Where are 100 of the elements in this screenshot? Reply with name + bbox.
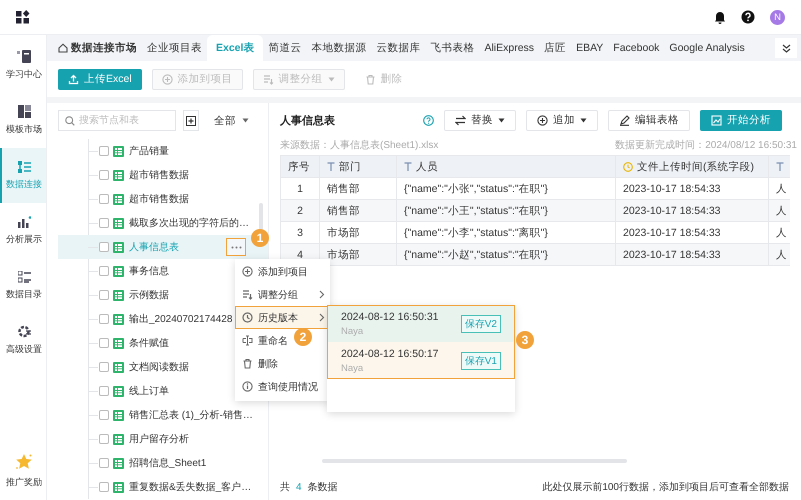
search-icon <box>65 116 75 126</box>
info-icon <box>242 381 253 392</box>
checkbox[interactable] <box>99 386 109 396</box>
tree-item[interactable]: 销售汇总表 (1)_分析-销售… <box>58 403 268 427</box>
nav-item[interactable]: 学习中心 <box>0 38 46 93</box>
sheet-icon <box>113 434 124 444</box>
star-icon <box>15 452 33 470</box>
sheet-icon <box>113 338 124 348</box>
help-icon[interactable] <box>741 10 755 24</box>
nav-item[interactable]: 分析展示 <box>0 203 46 258</box>
text-type-icon <box>776 162 784 171</box>
nav-item[interactable]: 推广奖励 <box>0 443 46 498</box>
checkbox[interactable] <box>99 362 109 372</box>
checkbox[interactable] <box>99 218 109 228</box>
count-label: 条数据 <box>308 481 338 494</box>
table-cell: 人 <box>768 200 790 222</box>
menu-item[interactable]: 重命名 <box>235 329 293 352</box>
tab[interactable]: Google Analysis <box>664 35 750 61</box>
menu-item[interactable]: 删除 <box>235 352 283 375</box>
pen-icon <box>619 114 630 126</box>
catalog-icon <box>18 270 30 282</box>
search-box[interactable]: 搜索节点和表 <box>58 110 176 131</box>
nav-item[interactable]: 数据目录 <box>0 258 46 313</box>
checkbox[interactable] <box>99 290 109 300</box>
checkbox[interactable] <box>99 242 109 252</box>
checkbox[interactable] <box>99 338 109 348</box>
group-icon <box>262 74 274 84</box>
tree-item[interactable]: 用户留存分析 <box>58 427 268 451</box>
analysis-icon <box>18 216 30 228</box>
action-button[interactable]: 替换 <box>444 110 516 130</box>
tab[interactable]: 本地数据源 <box>306 35 372 61</box>
more-button[interactable] <box>226 238 246 256</box>
tab[interactable]: 数据连接市场 <box>53 35 142 61</box>
nav-item[interactable]: 高级设置 <box>0 313 46 368</box>
clock-icon <box>242 312 253 323</box>
table-cell: {"name":"小赵","status":"在职"} <box>396 244 616 266</box>
tab[interactable]: 飞书表格 <box>425 35 480 61</box>
checkbox[interactable] <box>99 194 109 204</box>
column-header: 人员 <box>396 156 616 178</box>
checkbox[interactable] <box>99 458 109 468</box>
sheet-icon <box>113 266 124 276</box>
chevron-right-icon <box>319 313 325 322</box>
sheet-icon <box>113 458 124 468</box>
source-text: 来源数据：人事信息表(Sheet1).xlsx <box>280 138 438 152</box>
tab[interactable]: 企业项目表 <box>142 35 207 61</box>
filter-dropdown[interactable]: 全部 <box>206 110 257 131</box>
version-item[interactable]: 2024-08-12 16:50:17 Naya 保存V1 <box>327 342 515 379</box>
checkbox[interactable] <box>99 170 109 180</box>
home-icon <box>58 43 68 53</box>
app-grid-icon[interactable] <box>16 10 30 24</box>
checkbox[interactable] <box>99 434 109 444</box>
caret-down-icon <box>580 118 587 122</box>
tree-item[interactable]: 产品销量 <box>58 139 268 163</box>
table-cell: 销售部 <box>320 200 396 222</box>
template-icon <box>18 105 30 118</box>
sheet-icon <box>113 362 124 372</box>
book-icon <box>17 50 31 63</box>
column-header: 序号 <box>280 156 320 178</box>
plus-circle-icon <box>242 266 253 277</box>
checkbox[interactable] <box>99 266 109 276</box>
add-node-button[interactable] <box>183 110 199 131</box>
version-item[interactable]: 2024-08-12 16:50:31 Naya 保存V2 <box>327 305 515 342</box>
tab[interactable]: EBAY <box>571 35 608 61</box>
more-tabs-button[interactable] <box>775 38 797 58</box>
search-field[interactable]: 搜索节点和表 <box>79 115 169 126</box>
preview-note: 此处仅展示前100行数据，添加到项目后可查看全部数据 <box>542 480 789 494</box>
step-badge: 3 <box>516 331 534 349</box>
tree-item[interactable]: 重复数据&丢失数据_客户… <box>58 475 268 499</box>
bell-icon[interactable] <box>714 10 726 24</box>
table-cell: 2 <box>280 200 320 222</box>
tab[interactable]: 店匠 <box>539 35 572 61</box>
menu-item[interactable]: 查询使用情况 <box>235 375 323 398</box>
row-count: 4 <box>296 482 302 492</box>
tree-item[interactable]: 招聘信息_Sheet1 <box>58 451 268 475</box>
swap-icon <box>455 114 466 126</box>
caret-down-icon <box>242 118 249 123</box>
nav-item[interactable]: 模板市场 <box>0 93 46 148</box>
menu-item[interactable]: 调整分组 <box>235 283 330 306</box>
table-cell: 市场部 <box>320 244 396 266</box>
chart-icon <box>711 114 722 126</box>
checkbox[interactable] <box>99 410 109 420</box>
action-button[interactable]: 编辑表格 <box>608 110 690 130</box>
tree-item[interactable]: 超市销售数据 <box>58 163 268 187</box>
checkbox[interactable] <box>99 146 109 156</box>
table-cell: 2023-10-17 18:54:33 <box>616 244 768 266</box>
trash-icon <box>364 74 376 84</box>
tab[interactable]: Facebook <box>608 35 664 61</box>
gear-icon <box>18 325 30 338</box>
checkbox[interactable] <box>99 314 109 324</box>
menu-item[interactable]: 历史版本 <box>235 306 330 329</box>
double-chevron-icon <box>782 44 790 52</box>
sheet-icon <box>113 314 124 324</box>
chevron-right-icon <box>319 290 325 299</box>
tab[interactable]: AliExpress <box>479 35 540 61</box>
trash-icon <box>242 358 253 369</box>
action-button[interactable]: 追加 <box>526 110 598 130</box>
sheet-icon <box>113 146 124 156</box>
checkbox[interactable] <box>99 482 109 492</box>
tab[interactable]: 云数据库 <box>371 35 426 61</box>
tab[interactable]: 简道云 <box>263 35 306 61</box>
